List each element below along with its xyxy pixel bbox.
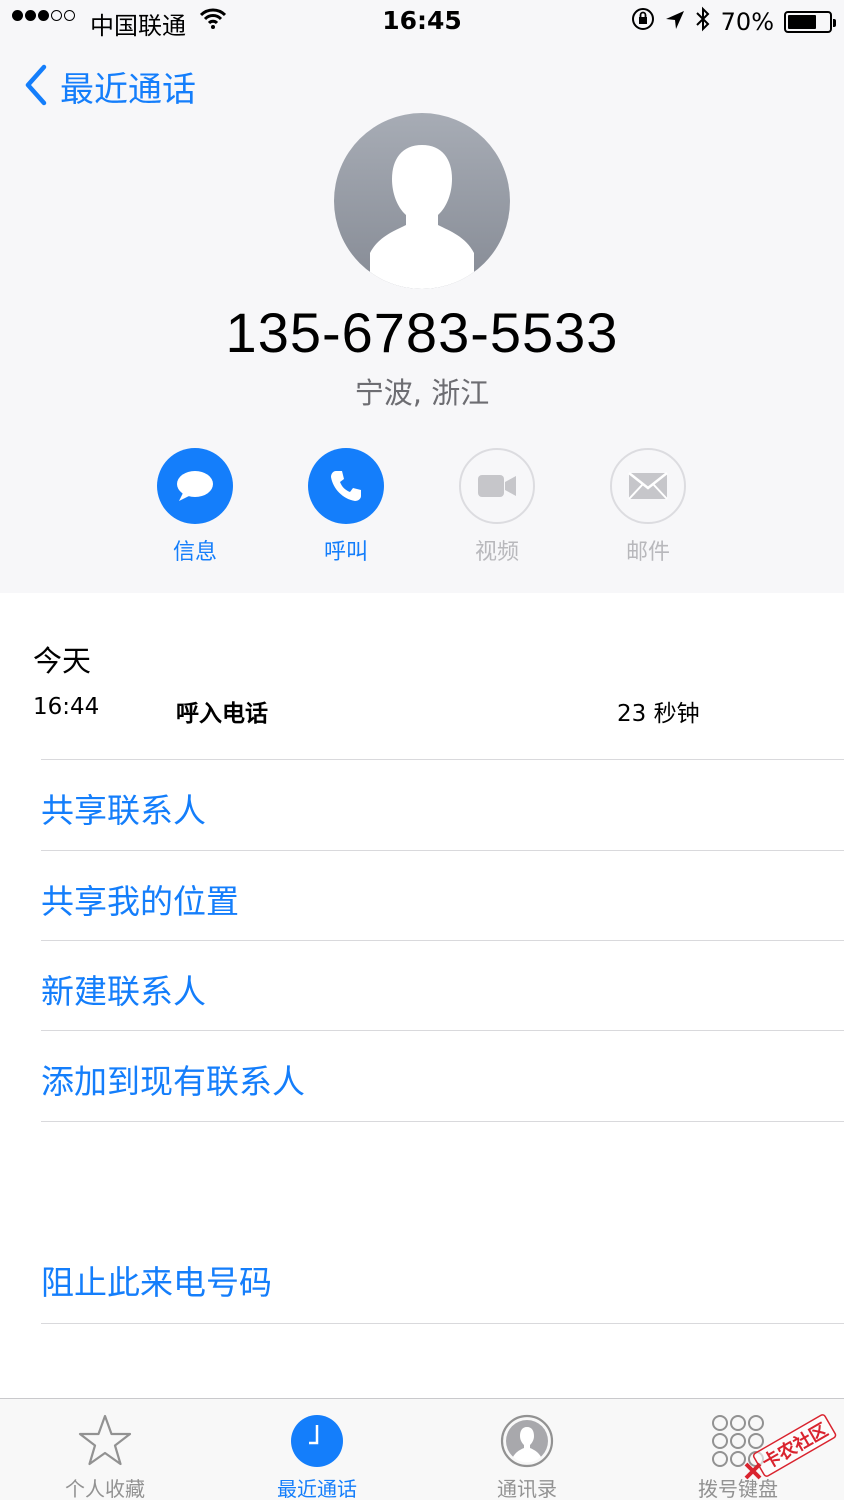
- battery-icon: [784, 11, 836, 33]
- new-contact-option[interactable]: 新建联系人: [41, 940, 844, 1030]
- message-icon: [157, 448, 233, 524]
- call-button[interactable]: 呼叫: [286, 448, 406, 566]
- location-arrow-icon: [665, 8, 685, 36]
- share-location-label: 共享我的位置: [41, 882, 239, 921]
- status-bar: 中国联通 16:45 70%: [0, 0, 844, 44]
- tab-contacts[interactable]: 通讯录: [447, 1399, 607, 1500]
- mail-icon: [610, 448, 686, 524]
- history-day-heading: 今天: [33, 644, 92, 678]
- star-icon: [77, 1413, 133, 1473]
- contact-phone-number: 135-6783-5533: [225, 301, 619, 364]
- tab-favorites-label: 个人收藏: [65, 1477, 145, 1500]
- watermark-logo: 卡农社区: [742, 1412, 842, 1482]
- message-button-label: 信息: [172, 540, 217, 565]
- block-caller-label: 阻止此来电号码: [41, 1263, 272, 1302]
- video-button[interactable]: 视频: [437, 448, 557, 566]
- phone-icon: [308, 448, 384, 524]
- back-button[interactable]: 最近通话: [24, 62, 196, 111]
- call-type: 呼入电话: [176, 701, 268, 727]
- tab-bar: 个人收藏 最近通话 通讯录 拨号键盘: [0, 1398, 844, 1500]
- orientation-lock-icon: [631, 7, 655, 37]
- person-silhouette-icon: [370, 145, 474, 289]
- bluetooth-icon: [695, 6, 711, 38]
- battery-percentage: 70%: [720, 8, 774, 36]
- tab-recents-label: 最近通话: [277, 1477, 357, 1500]
- call-button-label: 呼叫: [323, 540, 368, 565]
- tab-favorites[interactable]: 个人收藏: [25, 1399, 185, 1500]
- mail-button-label: 邮件: [625, 540, 670, 565]
- contacts-icon: [499, 1413, 555, 1473]
- video-button-label: 视频: [474, 540, 519, 565]
- block-caller-option[interactable]: 阻止此来电号码: [41, 1232, 844, 1322]
- add-to-existing-contact-label: 添加到现有联系人: [41, 1062, 305, 1101]
- call-time: 16:44: [33, 694, 100, 720]
- avatar: [334, 113, 510, 289]
- message-button[interactable]: 信息: [135, 448, 255, 566]
- clock-icon: [289, 1413, 345, 1473]
- mail-button[interactable]: 邮件: [588, 448, 708, 566]
- share-contact-option[interactable]: 共享联系人: [41, 759, 844, 849]
- video-icon: [459, 448, 535, 524]
- tab-recents[interactable]: 最近通话: [237, 1399, 397, 1500]
- contact-location: 宁波, 浙江: [354, 376, 490, 410]
- new-contact-label: 新建联系人: [41, 972, 206, 1011]
- back-button-label: 最近通话: [60, 70, 196, 110]
- tab-contacts-label: 通讯录: [497, 1477, 557, 1500]
- share-location-option[interactable]: 共享我的位置: [41, 850, 844, 940]
- call-duration: 23 秒钟: [617, 701, 700, 727]
- options-divider: [41, 1121, 844, 1122]
- block-divider: [41, 1323, 844, 1324]
- add-to-existing-contact-option[interactable]: 添加到现有联系人: [41, 1030, 844, 1120]
- share-contact-label: 共享联系人: [41, 791, 206, 830]
- chevron-left-icon: [24, 64, 48, 110]
